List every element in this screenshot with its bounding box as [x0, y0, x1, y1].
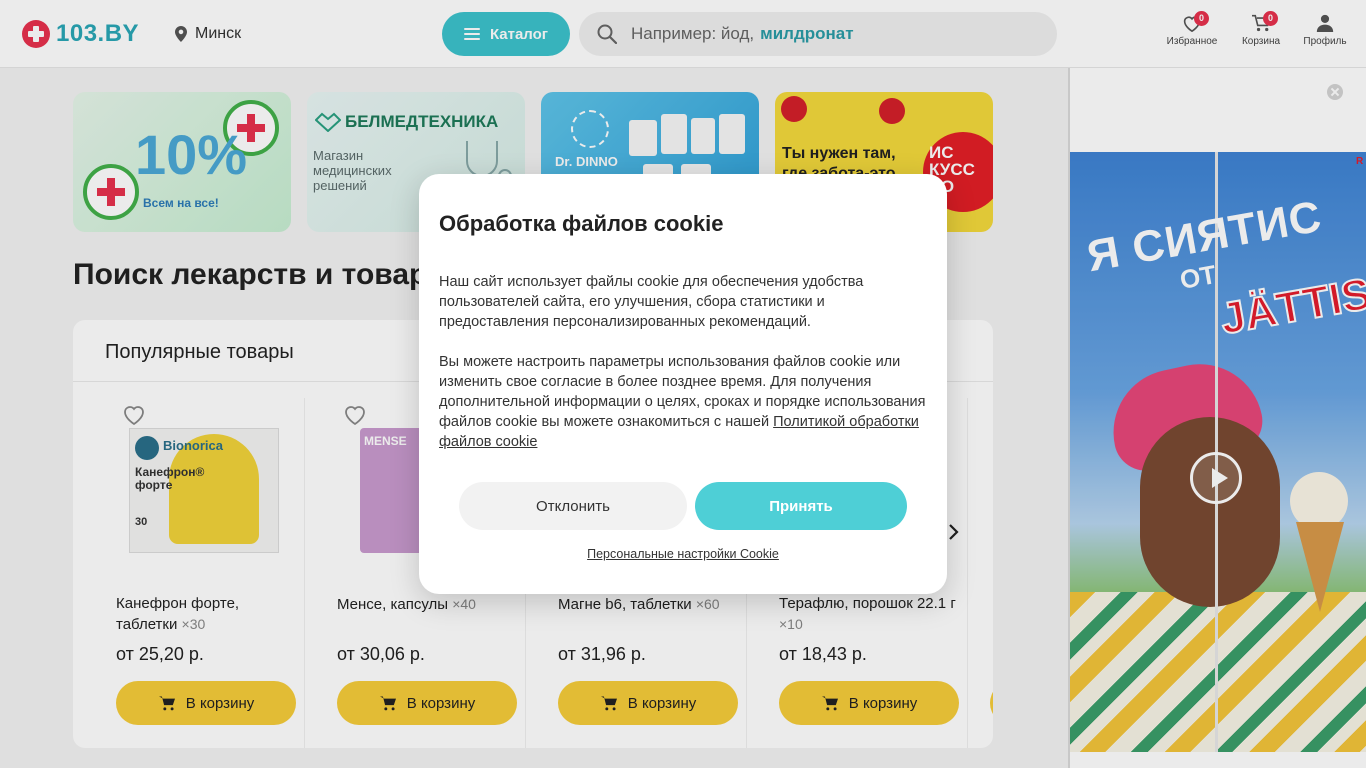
cookie-paragraph: Вы можете настроить параметры использова…	[439, 352, 934, 452]
cookie-settings-link[interactable]: Персональные настройки Cookie	[419, 547, 947, 561]
cookie-consent-modal: Обработка файлов cookie Наш сайт использ…	[419, 174, 947, 594]
accept-button[interactable]: Принять	[695, 482, 907, 530]
cookie-modal-title: Обработка файлов cookie	[439, 211, 724, 236]
decline-button[interactable]: Отклонить	[459, 482, 687, 530]
cookie-modal-text: Наш сайт использует файлы cookie для обе…	[439, 272, 934, 452]
cookie-paragraph: Наш сайт использует файлы cookie для обе…	[439, 274, 864, 330]
